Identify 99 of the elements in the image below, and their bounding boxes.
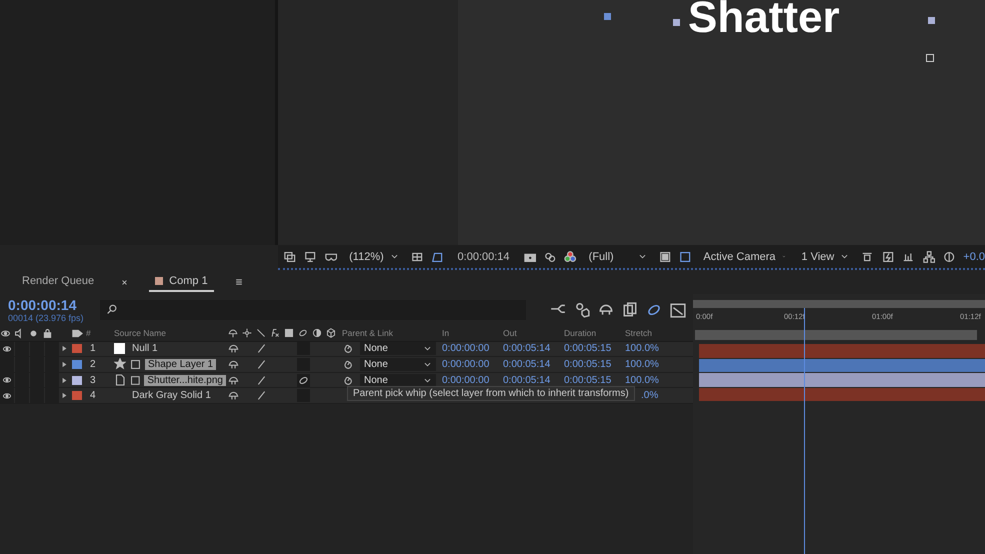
layer-name[interactable]: Dark Gray Solid 1 [129, 390, 214, 402]
file-icon [114, 374, 126, 386]
parent-dropdown[interactable]: None [360, 358, 436, 371]
pick-whip-icon[interactable] [342, 374, 353, 386]
graph-editor-icon[interactable] [670, 302, 686, 318]
visibility-toggle[interactable] [0, 388, 14, 403]
flowchart-icon[interactable] [922, 250, 935, 264]
chevron-down-icon [840, 252, 850, 261]
in-time[interactable]: 0:00:00:00 [442, 358, 503, 370]
column-header: # [86, 328, 92, 338]
adjustment-header-icon [312, 328, 322, 338]
parent-dropdown[interactable]: None [360, 342, 436, 356]
current-time[interactable]: 0:00:00:14 [8, 297, 84, 313]
collapse-header-icon [242, 328, 252, 338]
frame-info: 00014 (23.976 fps) [8, 313, 84, 323]
effects-header-icon [270, 328, 280, 338]
quality-switch-icon[interactable] [256, 358, 266, 370]
quality-switch-icon[interactable] [256, 374, 266, 386]
eye-icon[interactable] [2, 375, 12, 386]
shy-switch-icon[interactable] [228, 374, 238, 386]
quality-switch-icon[interactable] [256, 343, 266, 354]
out-time[interactable]: 0:00:05:14 [503, 374, 564, 386]
solo-icon[interactable] [28, 328, 39, 339]
visibility-toggle[interactable] [0, 342, 14, 356]
eye-icon[interactable] [2, 344, 12, 354]
transparency-grid-icon[interactable] [679, 250, 692, 264]
column-header: Source Name [114, 328, 167, 338]
layer-number: 4 [89, 390, 97, 402]
label-color[interactable] [72, 360, 82, 369]
layer-number: 1 [89, 343, 97, 354]
panel-tab[interactable]: Render Queue [16, 272, 100, 292]
layer-icon [130, 374, 140, 386]
in-time[interactable]: 0:00:00:00 [442, 374, 503, 386]
column-header: Duration [564, 328, 598, 338]
stretch-value[interactable]: 100.0% [625, 374, 687, 386]
anchor-handle[interactable] [604, 13, 611, 20]
stretch-value[interactable]: 100.0% [625, 358, 687, 370]
anchor-handle[interactable] [673, 19, 680, 26]
roi-icon[interactable] [658, 250, 672, 264]
star-icon [114, 358, 126, 370]
label-tag-icon [72, 328, 83, 339]
frame-blending-icon[interactable] [622, 302, 638, 318]
layer-number: 2 [89, 358, 97, 370]
shy-header-icon [228, 328, 238, 338]
exposure-value[interactable]: +0.0 [963, 250, 985, 262]
fast-preview-icon[interactable] [882, 250, 894, 264]
shy-switch-icon[interactable] [228, 358, 238, 370]
label-color[interactable] [72, 344, 82, 354]
motion-blur-icon[interactable] [646, 302, 662, 318]
out-time[interactable]: 0:00:05:14 [503, 358, 564, 370]
close-icon[interactable] [120, 278, 130, 286]
chevron-down-icon [638, 252, 647, 261]
in-time[interactable]: 0:00:00:00 [442, 343, 503, 354]
layer-name[interactable]: Shutter...hite.png [144, 374, 226, 386]
snapshot-icon[interactable] [284, 250, 296, 264]
motion-blur-header-icon [298, 328, 308, 338]
duration-time[interactable]: 0:00:05:15 [564, 358, 625, 370]
monitor-icon[interactable] [304, 250, 317, 264]
search-icon [106, 304, 118, 316]
chevron-down-icon [390, 252, 399, 261]
panel-menu-icon[interactable] [234, 277, 244, 287]
column-header: In [442, 328, 450, 338]
eye-icon[interactable] [2, 390, 12, 401]
layer-name[interactable]: Null 1 [129, 343, 161, 354]
shy-switch-icon[interactable] [228, 390, 238, 402]
cube-header-icon [326, 328, 336, 338]
draft-3d-icon[interactable] [574, 302, 590, 318]
composition-text: Shatter [688, 0, 840, 40]
lock-icon[interactable] [42, 328, 53, 339]
exposure-icon[interactable] [942, 250, 956, 264]
eye-icon[interactable] [0, 328, 11, 339]
anchor-handle[interactable] [928, 17, 935, 24]
tooltip: Parent pick whip (select layer from which to inherit transforms) [347, 386, 635, 401]
duration-time[interactable]: 0:00:05:15 [564, 374, 625, 386]
column-header: Stretch [625, 328, 653, 338]
panel-tab[interactable]: Comp 1 [149, 272, 214, 292]
shy-switch-icon[interactable] [228, 343, 238, 354]
parent-dropdown[interactable]: None [360, 374, 436, 387]
column-header: Parent & Link [342, 328, 394, 338]
layer-duration-bar[interactable] [699, 358, 985, 372]
quality-switch-icon[interactable] [256, 390, 266, 402]
search-field[interactable] [100, 300, 526, 320]
viewer-timecode[interactable]: 0:00:00:14 [458, 250, 510, 262]
color-channels-icon[interactable] [564, 250, 577, 264]
duration-time[interactable]: 0:00:05:15 [564, 343, 625, 354]
pick-whip-icon[interactable] [342, 343, 353, 354]
pick-whip-icon[interactable] [342, 358, 353, 370]
layer-name[interactable]: Shape Layer 1 [145, 358, 216, 370]
stretch-value[interactable]: 100.0% [625, 343, 687, 354]
out-time[interactable]: 0:00:05:14 [503, 343, 564, 354]
frame-blend-header-icon [284, 328, 294, 338]
layer-icon [130, 358, 141, 370]
column-header: Out [503, 328, 518, 338]
label-color[interactable] [72, 391, 82, 400]
layer-swatch [114, 343, 125, 354]
label-color[interactable] [72, 376, 82, 385]
null-handle[interactable] [926, 54, 934, 62]
layer-number: 3 [89, 374, 97, 386]
quality-header-icon [256, 328, 266, 338]
